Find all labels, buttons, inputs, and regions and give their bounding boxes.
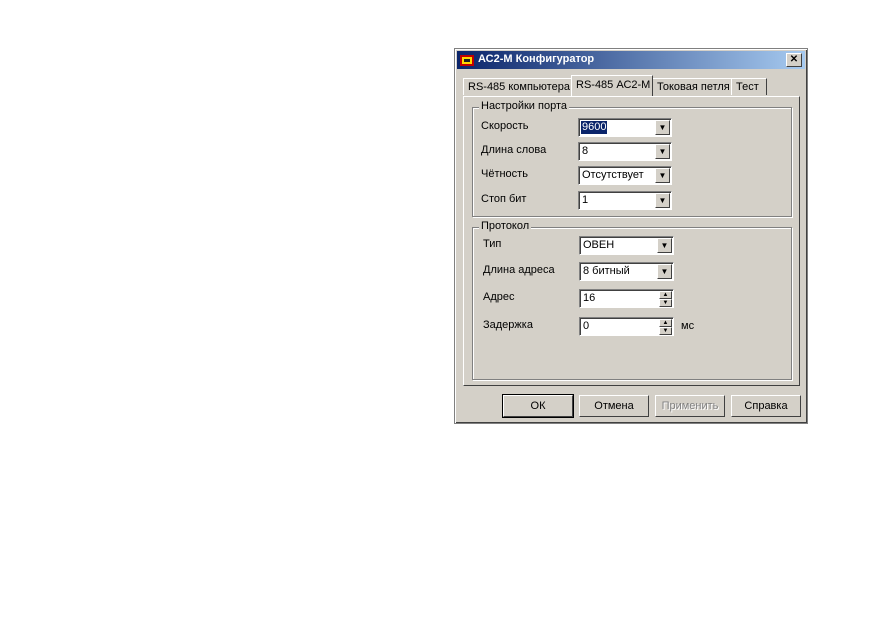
- spin-down-icon[interactable]: ▼: [659, 299, 672, 307]
- close-button[interactable]: ✕: [786, 53, 802, 67]
- tab-rs485-device[interactable]: RS-485 АС2-М: [571, 75, 653, 96]
- word-length-label: Длина слова: [481, 144, 547, 156]
- protocol-title: Протокол: [479, 220, 532, 232]
- help-button[interactable]: Справка: [731, 395, 801, 417]
- tab-rs485-computer[interactable]: RS-485 компьютера: [463, 78, 572, 95]
- chevron-down-icon[interactable]: ▼: [657, 264, 672, 279]
- delay-label: Задержка: [483, 319, 533, 331]
- spin-up-icon[interactable]: ▲: [659, 291, 672, 299]
- configurator-window: АС2-М Конфигуратор ✕ RS-485 компьютера R…: [454, 48, 808, 424]
- close-icon: ✕: [789, 54, 799, 65]
- cancel-button[interactable]: Отмена: [579, 395, 649, 417]
- window-title: АС2-М Конфигуратор: [478, 53, 595, 65]
- port-settings-title: Настройки порта: [479, 100, 569, 112]
- tab-panel: Настройки порта Скорость 9600 ▼ Длина сл…: [463, 96, 800, 386]
- word-length-value: 8: [582, 145, 589, 157]
- tab-current-loop[interactable]: Токовая петля: [652, 78, 732, 95]
- protocol-group: Протокол Тип ОВЕН ▼ Длина адреса 8 битны…: [472, 220, 792, 380]
- chevron-down-icon[interactable]: ▼: [655, 168, 670, 183]
- app-icon: [460, 55, 474, 66]
- stop-bits-select[interactable]: 1 ▼: [578, 191, 672, 210]
- parity-label: Чётность: [481, 168, 528, 180]
- port-settings-group: Настройки порта Скорость 9600 ▼ Длина сл…: [472, 100, 792, 217]
- spin-up-icon[interactable]: ▲: [659, 319, 672, 327]
- address-stepper[interactable]: 16 ▲ ▼: [579, 289, 674, 308]
- address-length-value: 8 битный: [583, 265, 630, 277]
- delay-unit-label: мс: [681, 320, 695, 332]
- speed-select[interactable]: 9600 ▼: [578, 118, 672, 137]
- chevron-down-icon[interactable]: ▼: [655, 120, 670, 135]
- ok-button[interactable]: ОК: [502, 394, 574, 418]
- word-length-select[interactable]: 8 ▼: [578, 142, 672, 161]
- delay-stepper[interactable]: 0 ▲ ▼: [579, 317, 674, 336]
- address-length-label: Длина адреса: [483, 264, 555, 276]
- address-label: Адрес: [483, 291, 515, 303]
- delay-value: 0: [583, 320, 590, 332]
- type-select[interactable]: ОВЕН ▼: [579, 236, 674, 255]
- type-value: ОВЕН: [583, 239, 615, 251]
- parity-value: Отсутствует: [582, 169, 644, 181]
- title-bar[interactable]: АС2-М Конфигуратор ✕: [457, 51, 805, 69]
- type-label: Тип: [483, 238, 502, 250]
- parity-select[interactable]: Отсутствует ▼: [578, 166, 672, 185]
- spin-down-icon[interactable]: ▼: [659, 327, 672, 335]
- stop-bits-label: Стоп бит: [481, 193, 527, 205]
- address-value: 16: [583, 292, 596, 304]
- chevron-down-icon[interactable]: ▼: [657, 238, 672, 253]
- speed-value: 9600: [581, 121, 608, 134]
- speed-label: Скорость: [481, 120, 529, 132]
- chevron-down-icon[interactable]: ▼: [655, 144, 670, 159]
- apply-button[interactable]: Применить: [655, 395, 725, 417]
- chevron-down-icon[interactable]: ▼: [655, 193, 670, 208]
- tab-test[interactable]: Тест: [731, 78, 767, 95]
- stop-bits-value: 1: [582, 194, 589, 206]
- address-length-select[interactable]: 8 битный ▼: [579, 262, 674, 281]
